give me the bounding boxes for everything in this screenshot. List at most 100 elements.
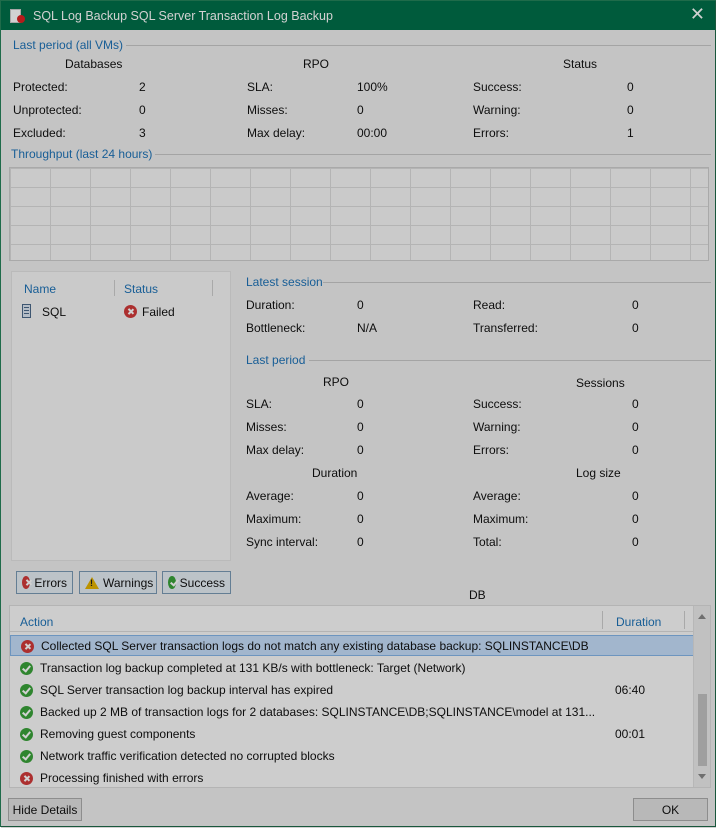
errors-filter-button[interactable]: Errors	[16, 571, 73, 594]
scroll-down-icon[interactable]	[698, 774, 706, 779]
max-delay-label: Max delay:	[247, 126, 306, 140]
error-icon	[22, 576, 31, 589]
average-value: 0	[357, 489, 364, 503]
max-delay-label: Max delay:	[246, 443, 305, 457]
log-row[interactable]: Backed up 2 MB of transaction logs for 2…	[10, 701, 694, 722]
column-divider	[602, 611, 603, 629]
success-filter-button[interactable]: Success	[162, 571, 231, 594]
hide-details-button[interactable]: Hide Details	[8, 798, 82, 821]
divider	[126, 45, 711, 46]
log-text: Removing guest components	[40, 726, 196, 741]
log-total-label: Total:	[473, 535, 502, 549]
bottleneck-value: N/A	[357, 321, 378, 335]
log-col-action[interactable]: Action	[20, 615, 53, 629]
read-value: 0	[632, 298, 639, 312]
throughput-graph	[9, 167, 709, 261]
vm-name: SQL	[42, 305, 67, 319]
success-icon	[20, 661, 33, 675]
success-value: 0	[627, 80, 634, 94]
sla-value: 0	[357, 397, 364, 411]
db-label: DB	[469, 588, 486, 602]
success-label: Success:	[473, 397, 522, 411]
maximum-label: Maximum:	[246, 512, 302, 526]
vm-row-sql[interactable]: SQL Failed	[20, 304, 220, 322]
window-title: SQL Log Backup SQL Server Transaction Lo…	[33, 8, 333, 23]
vm-col-name[interactable]: Name	[24, 282, 56, 296]
log-header: Action Duration	[10, 606, 694, 632]
error-icon	[20, 771, 33, 785]
success-label: Success:	[473, 80, 522, 94]
misses-label: Misses:	[247, 103, 288, 117]
status-header: Status	[563, 57, 598, 71]
log-text: Processing finished with errors	[40, 770, 204, 785]
log-average-label: Average:	[473, 489, 521, 503]
log-col-duration[interactable]: Duration	[616, 615, 661, 629]
error-icon	[21, 639, 34, 653]
duration-value: 0	[357, 298, 364, 312]
databases-header: Databases	[65, 57, 123, 71]
log-maximum-value: 0	[632, 512, 639, 526]
session-log-list[interactable]: Action Duration Collected SQL Server tra…	[9, 605, 711, 788]
log-text: Backed up 2 MB of transaction logs for 2…	[40, 704, 596, 719]
ok-button[interactable]: OK	[633, 798, 708, 821]
log-maximum-label: Maximum:	[473, 512, 529, 526]
log-row[interactable]: Removing guest components 00:01	[10, 723, 694, 744]
max-delay-value: 0	[357, 443, 364, 457]
log-text: Network traffic verification detected no…	[40, 748, 335, 763]
log-text: Collected SQL Server transaction logs do…	[41, 638, 589, 653]
sessions-header: Sessions	[576, 376, 625, 390]
vertical-scrollbar[interactable]	[693, 606, 710, 787]
errors-value: 1	[627, 126, 634, 140]
success-icon	[20, 749, 33, 763]
warnings-filter-button[interactable]: Warnings	[79, 571, 157, 594]
log-row[interactable]: Processing finished with errors	[10, 767, 694, 788]
sync-interval-label: Sync interval:	[246, 535, 319, 549]
log-total-value: 0	[632, 535, 639, 549]
column-divider	[684, 611, 685, 629]
excluded-value: 3	[139, 126, 146, 140]
sla-label: SLA:	[247, 80, 274, 94]
log-row[interactable]: Network traffic verification detected no…	[10, 745, 694, 766]
column-divider	[212, 280, 213, 296]
read-label: Read:	[473, 298, 506, 312]
scroll-up-icon[interactable]	[698, 614, 706, 619]
log-row[interactable]: Collected SQL Server transaction logs do…	[10, 635, 694, 656]
success-icon	[168, 576, 176, 589]
excluded-label: Excluded:	[13, 126, 66, 140]
warning-value: 0	[627, 103, 634, 117]
average-label: Average:	[246, 489, 294, 503]
scroll-thumb[interactable]	[698, 694, 707, 766]
log-row[interactable]: Transaction log backup completed at 131 …	[10, 657, 694, 678]
misses-label: Misses:	[246, 420, 287, 434]
rpo-header: RPO	[303, 57, 330, 71]
errors-label: Errors:	[473, 443, 509, 457]
duration-label: Duration:	[246, 298, 295, 312]
warning-label: Warning:	[473, 420, 521, 434]
log-size-header: Log size	[576, 466, 621, 480]
success-icon	[20, 683, 33, 697]
bottleneck-label: Bottleneck:	[246, 321, 306, 335]
log-duration: 06:40	[615, 682, 646, 697]
column-divider	[114, 280, 115, 296]
database-icon	[22, 304, 31, 318]
log-average-value: 0	[632, 489, 639, 503]
log-text: SQL Server transaction log backup interv…	[40, 682, 334, 697]
close-icon[interactable]: ✕	[690, 6, 705, 24]
title-bar: SQL Log Backup SQL Server Transaction Lo…	[1, 1, 715, 30]
success-icon	[20, 727, 33, 741]
duration-header: Duration	[312, 466, 358, 480]
errors-label: Errors:	[473, 126, 509, 140]
log-duration: 00:01	[615, 726, 646, 741]
warnings-filter-label: Warnings	[103, 575, 154, 590]
vm-col-status[interactable]: Status	[124, 282, 158, 296]
protected-label: Protected:	[13, 80, 68, 94]
last-period-all-title: Last period (all VMs)	[13, 38, 124, 52]
log-text: Transaction log backup completed at 131 …	[40, 660, 466, 675]
dialog-window: SQL Log Backup SQL Server Transaction Lo…	[0, 0, 716, 828]
misses-value: 0	[357, 103, 364, 117]
last-period-title: Last period	[246, 353, 306, 367]
unprotected-value: 0	[139, 103, 146, 117]
warning-label: Warning:	[473, 103, 521, 117]
success-icon	[20, 705, 33, 719]
log-row[interactable]: SQL Server transaction log backup interv…	[10, 679, 694, 700]
